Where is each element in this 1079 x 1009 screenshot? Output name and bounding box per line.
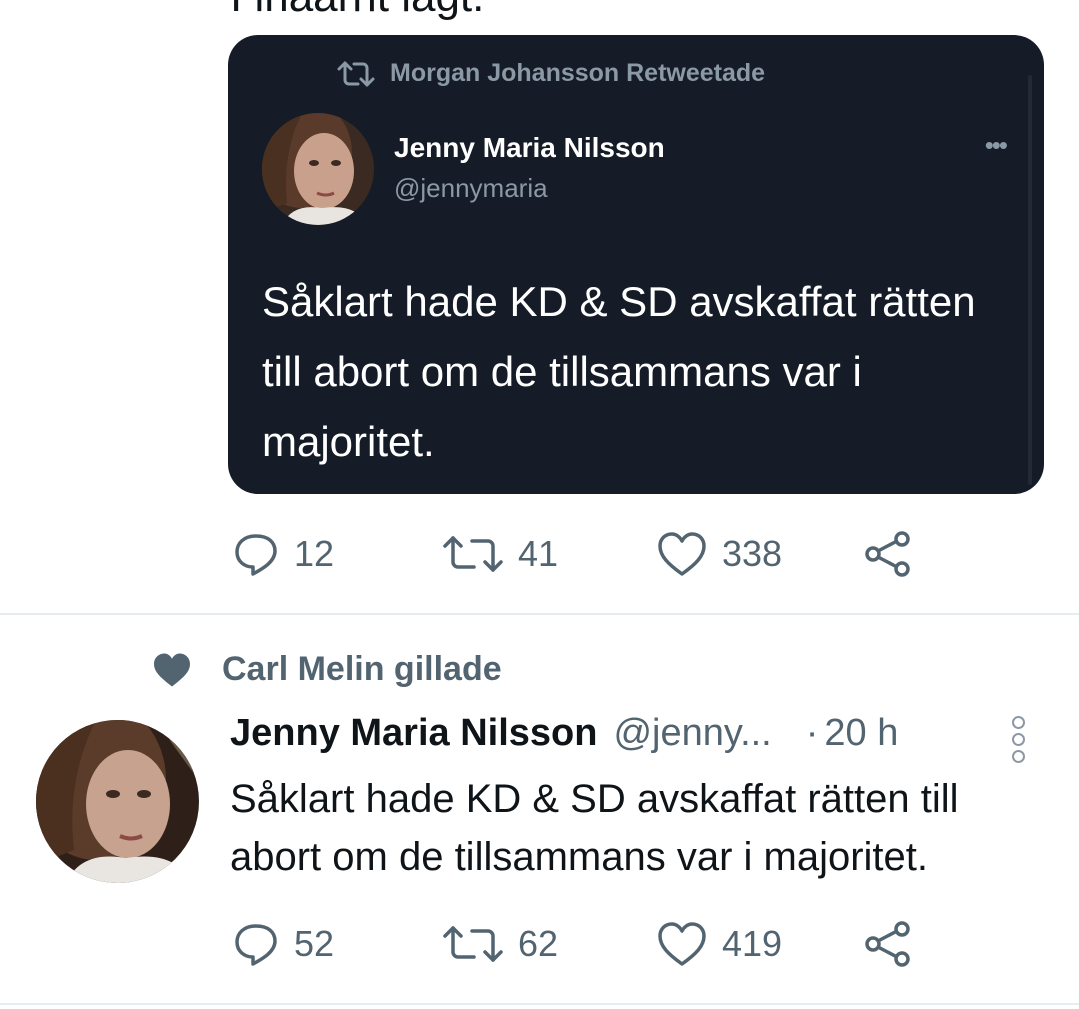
share-button[interactable]	[864, 920, 912, 968]
heart-icon	[658, 922, 706, 966]
reply-button[interactable]: 12	[232, 530, 442, 578]
retweet-context: Morgan Johansson Retweetade	[336, 59, 765, 88]
reply-button[interactable]: 52	[232, 920, 442, 968]
share-icon	[865, 921, 910, 967]
tweet-header: Jenny Maria Nilsson @jenny... · 20 h	[230, 712, 898, 755]
author-handle[interactable]: @jennymaria	[394, 173, 548, 204]
reply-icon	[235, 924, 277, 966]
separator-dot: ·	[805, 712, 819, 754]
tweet-actions: 12 41 338	[232, 530, 912, 578]
heart-filled-icon	[154, 653, 190, 686]
divider	[0, 1003, 1079, 1005]
more-options-icon[interactable]: •••	[985, 132, 1008, 158]
author-name[interactable]: Jenny Maria Nilsson	[230, 712, 597, 755]
reply-count: 12	[294, 533, 335, 574]
divider	[0, 613, 1079, 615]
avatar	[262, 113, 374, 225]
timestamp[interactable]: 20 h	[824, 712, 898, 755]
tweet-text: Såklart hade KD & SD avskaffat rätten ti…	[230, 777, 959, 879]
retweet-count: 62	[518, 923, 559, 964]
previous-tweet-text-cutoff: I inaarht lagt.	[230, 0, 484, 22]
heart-icon	[658, 532, 706, 576]
scrollbar	[1028, 75, 1032, 485]
retweet-label: Morgan Johansson Retweetade	[390, 59, 766, 87]
avatar[interactable]	[36, 720, 199, 883]
like-button[interactable]: 419	[656, 920, 864, 968]
author-handle[interactable]: @jenny...	[613, 712, 771, 755]
retweet-count: 41	[518, 533, 559, 574]
embedded-tweet-screenshot[interactable]: Morgan Johansson Retweetade Jenny Maria …	[228, 35, 1044, 494]
retweet-button[interactable]: 62	[442, 923, 656, 965]
retweet-icon	[443, 536, 503, 572]
embedded-tweet-text: Såklart hade KD & SD avskaffat rätten ti…	[262, 278, 976, 465]
like-count: 419	[722, 923, 783, 964]
more-options-icon[interactable]	[1012, 716, 1025, 763]
tweet-actions: 52 62 419	[232, 920, 912, 968]
retweet-icon	[337, 61, 375, 86]
like-button[interactable]: 338	[656, 530, 864, 578]
share-button[interactable]	[864, 530, 912, 578]
like-count: 338	[722, 533, 783, 574]
author-name[interactable]: Jenny Maria Nilsson	[394, 132, 665, 164]
retweet-icon	[443, 926, 503, 962]
social-context-label[interactable]: Carl Melin gillade	[222, 650, 502, 689]
social-context: Carl Melin gillade	[152, 650, 502, 689]
retweet-button[interactable]: 41	[442, 533, 656, 575]
share-icon	[865, 531, 910, 577]
reply-count: 52	[294, 923, 335, 964]
reply-icon	[235, 534, 277, 576]
